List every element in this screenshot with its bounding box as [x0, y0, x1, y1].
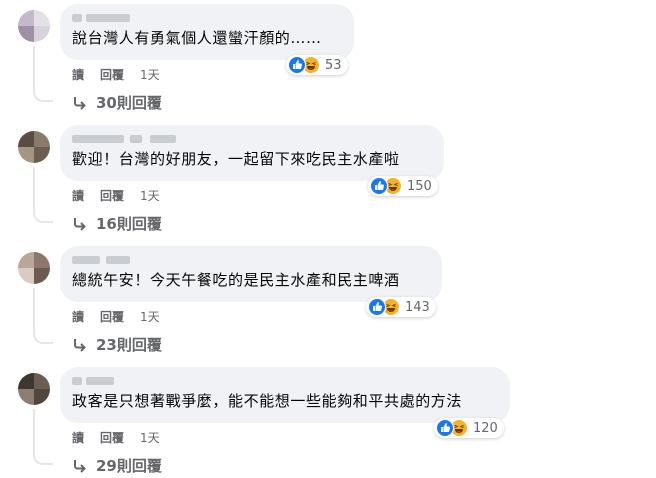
reaction-count: 53 [325, 57, 342, 73]
thumbs-up-icon [370, 177, 388, 195]
avatar[interactable] [18, 373, 50, 405]
thread-line [33, 167, 35, 209]
thread-line [33, 46, 35, 88]
avatar-pixel [18, 26, 34, 42]
comment-text: 歡迎！台灣的好朋友，一起留下來吃民主水產啦 [72, 150, 400, 168]
read-button[interactable]: 讀 [72, 66, 84, 83]
comment-thread: 說台灣人有勇氣個人還蠻汗顏的…… 53 讀 回覆 1天 30則回覆 歡迎！台灣的… [0, 0, 656, 478]
avatar-pixel [34, 26, 50, 42]
avatar-pixel [18, 131, 34, 147]
comment-bubble: 歡迎！台灣的好朋友，一起留下來吃民主水產啦 [60, 125, 444, 181]
read-button[interactable]: 讀 [72, 187, 84, 204]
avatar-pixel [34, 373, 50, 389]
thread-curve [33, 86, 53, 102]
replies-count-label: 30則回覆 [96, 94, 162, 112]
thread-line [33, 288, 35, 330]
reply-arrow-icon [74, 459, 86, 473]
avatar[interactable] [18, 252, 50, 284]
reply-arrow-icon [74, 338, 86, 352]
avatar-pixel [34, 131, 50, 147]
timestamp[interactable]: 1天 [140, 187, 160, 204]
thumbs-up-icon [368, 298, 386, 316]
reaction-summary[interactable]: 53 [286, 55, 348, 75]
avatar-pixel [18, 10, 34, 26]
thread-curve [33, 449, 53, 465]
commenter-name-blurred[interactable] [72, 374, 498, 388]
timestamp[interactable]: 1天 [140, 308, 160, 325]
thread-curve [33, 207, 53, 223]
reaction-count: 120 [473, 420, 498, 436]
avatar-pixel [34, 252, 50, 268]
avatar-pixel [34, 147, 50, 163]
comment-actions: 讀 回覆 1天 [72, 308, 176, 325]
comment-bubble: 政客是只想著戰爭麼，能不能想一些能夠和平共處的方法 [60, 367, 510, 423]
avatar-pixel [18, 147, 34, 163]
commenter-name-blurred[interactable] [72, 253, 430, 267]
timestamp[interactable]: 1天 [140, 66, 160, 83]
view-replies-button[interactable]: 29則回覆 [72, 455, 162, 476]
thread-line [33, 409, 35, 451]
comment-actions: 讀 回覆 1天 [72, 429, 176, 446]
comment-text: 政客是只想著戰爭麼，能不能想一些能夠和平共處的方法 [72, 392, 463, 410]
view-replies-button[interactable]: 23則回覆 [72, 334, 162, 355]
reaction-summary[interactable]: 143 [366, 297, 436, 317]
reply-arrow-icon [74, 217, 86, 231]
comment-text: 說台灣人有勇氣個人還蠻汗顏的…… [72, 29, 322, 47]
view-replies-button[interactable]: 16則回覆 [72, 213, 162, 234]
comment-actions: 讀 回覆 1天 [72, 187, 176, 204]
avatar-pixel [34, 10, 50, 26]
commenter-name-blurred[interactable] [72, 11, 342, 25]
comment-bubble: 總統午安！今天午餐吃的是民主水產和民主啤酒 [60, 246, 442, 302]
avatar-pixel [18, 268, 34, 284]
view-replies-button[interactable]: 30則回覆 [72, 92, 162, 113]
timestamp[interactable]: 1天 [140, 429, 160, 446]
read-button[interactable]: 讀 [72, 308, 84, 325]
thumbs-up-icon [436, 419, 454, 437]
avatar-pixel [18, 252, 34, 268]
reaction-summary[interactable]: 120 [434, 418, 504, 438]
replies-count-label: 23則回覆 [96, 336, 162, 354]
avatar[interactable] [18, 10, 50, 42]
avatar-pixel [18, 373, 34, 389]
reaction-count: 150 [407, 178, 432, 194]
replies-count-label: 16則回覆 [96, 215, 162, 233]
thumbs-up-icon [288, 56, 306, 74]
reply-button[interactable]: 回覆 [100, 66, 124, 83]
reaction-count: 143 [405, 299, 430, 315]
avatar[interactable] [18, 131, 50, 163]
comment-bubble: 說台灣人有勇氣個人還蠻汗顏的…… [60, 4, 354, 60]
reply-arrow-icon [74, 96, 86, 110]
replies-count-label: 29則回覆 [96, 457, 162, 475]
reply-button[interactable]: 回覆 [100, 429, 124, 446]
avatar-pixel [34, 389, 50, 405]
reply-button[interactable]: 回覆 [100, 308, 124, 325]
comment-actions: 讀 回覆 1天 [72, 66, 176, 83]
read-button[interactable]: 讀 [72, 429, 84, 446]
commenter-name-blurred[interactable] [72, 132, 432, 146]
comment-text: 總統午安！今天午餐吃的是民主水產和民主啤酒 [72, 271, 400, 289]
thread-curve [33, 328, 53, 344]
avatar-pixel [34, 268, 50, 284]
reply-button[interactable]: 回覆 [100, 187, 124, 204]
avatar-pixel [18, 389, 34, 405]
reaction-summary[interactable]: 150 [368, 176, 438, 196]
